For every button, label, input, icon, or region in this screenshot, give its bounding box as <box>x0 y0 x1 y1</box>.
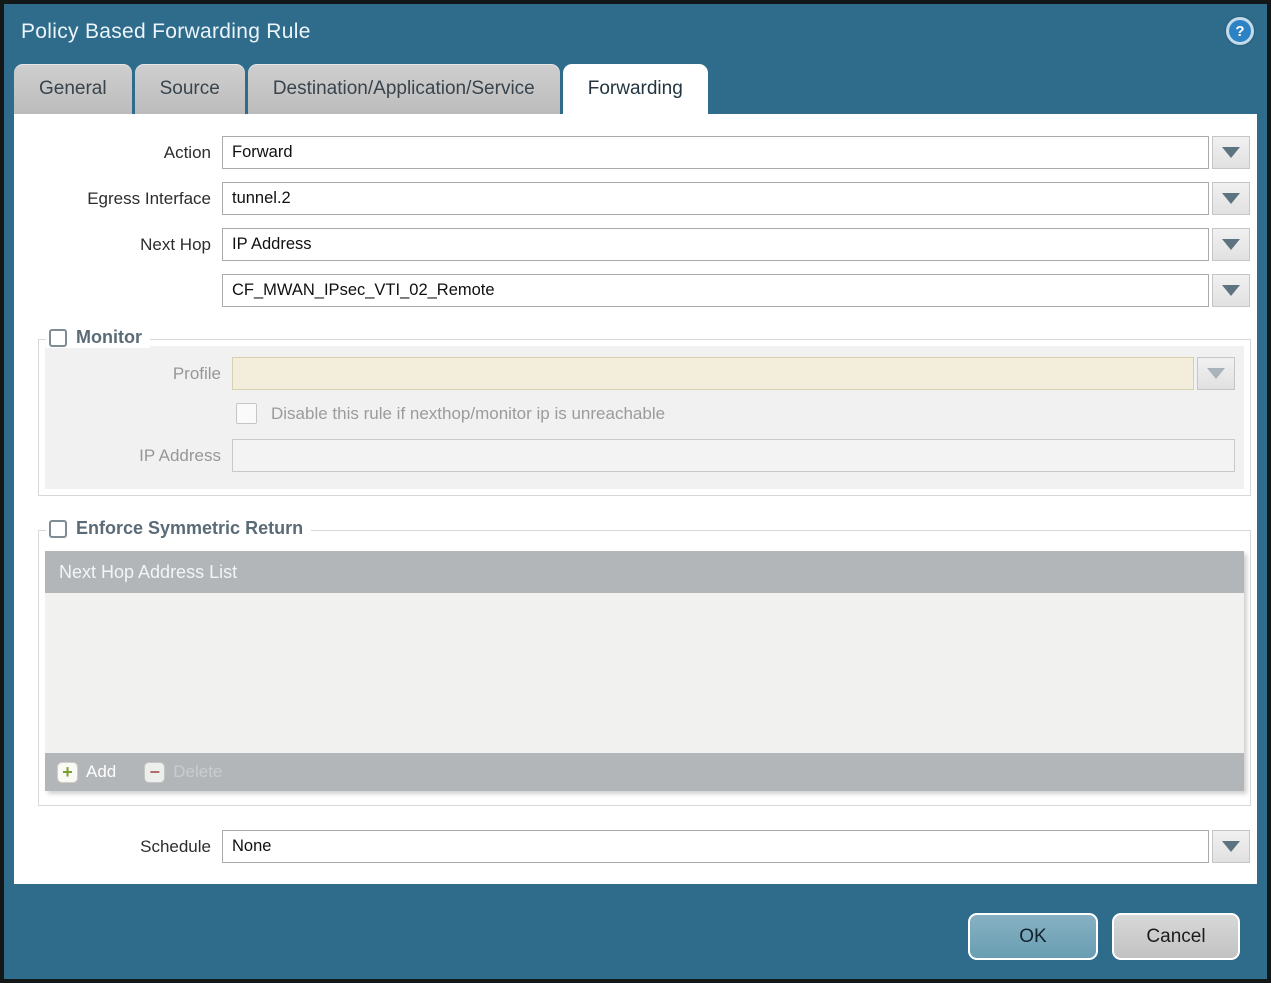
dialog-title: Policy Based Forwarding Rule <box>21 20 311 44</box>
add-button-label: Add <box>86 762 116 782</box>
egress-interface-field[interactable]: tunnel.2 <box>222 182 1209 215</box>
tab-bar: General Source Destination/Application/S… <box>14 64 711 114</box>
next-hop-type-dropdown-button[interactable] <box>1212 228 1250 261</box>
next-hop-address-row: CF_MWAN_IPsec_VTI_02_Remote <box>14 274 1250 307</box>
delete-button-label: Delete <box>173 762 222 782</box>
tab-destination-application-service[interactable]: Destination/Application/Service <box>248 64 560 114</box>
chevron-down-icon <box>1222 841 1240 852</box>
schedule-dropdown-button[interactable] <box>1212 830 1250 863</box>
profile-dropdown-button <box>1197 357 1235 390</box>
minus-icon: − <box>144 762 165 783</box>
enforce-symmetric-return-group: Enforce Symmetric Return Next Hop Addres… <box>38 530 1251 806</box>
monitor-checkbox[interactable] <box>49 329 67 347</box>
disable-rule-row: Disable this rule if nexthop/monitor ip … <box>236 403 1235 424</box>
profile-field <box>232 357 1194 390</box>
ok-button[interactable]: OK <box>968 913 1098 960</box>
next-hop-address-list-body <box>45 593 1244 753</box>
enforce-symmetric-return-checkbox[interactable] <box>49 520 67 538</box>
add-button[interactable]: + Add <box>57 762 116 783</box>
egress-interface-row: Egress Interface tunnel.2 <box>14 182 1250 215</box>
next-hop-label: Next Hop <box>14 235 222 255</box>
action-row: Action Forward <box>14 136 1250 169</box>
egress-interface-dropdown-button[interactable] <box>1212 182 1250 215</box>
egress-interface-label: Egress Interface <box>14 189 222 209</box>
next-hop-address-field[interactable]: CF_MWAN_IPsec_VTI_02_Remote <box>222 274 1209 307</box>
next-hop-address-list-toolbar: + Add − Delete <box>45 753 1244 791</box>
monitor-ip-row: IP Address <box>45 439 1235 472</box>
monitor-group: Monitor Profile Disable this rule if nex… <box>38 339 1251 496</box>
schedule-label: Schedule <box>14 837 222 857</box>
next-hop-row: Next Hop IP Address <box>14 228 1250 261</box>
schedule-row: Schedule None <box>14 830 1250 863</box>
action-field[interactable]: Forward <box>222 136 1209 169</box>
schedule-field[interactable]: None <box>222 830 1209 863</box>
help-icon[interactable]: ? <box>1226 17 1254 45</box>
enforce-symmetric-return-legend: Enforce Symmetric Return <box>46 518 311 539</box>
monitor-panel: Profile Disable this rule if nexthop/mon… <box>45 346 1244 489</box>
disable-rule-label: Disable this rule if nexthop/monitor ip … <box>271 404 665 424</box>
action-dropdown-button[interactable] <box>1212 136 1250 169</box>
chevron-down-icon <box>1222 147 1240 158</box>
next-hop-address-dropdown-button[interactable] <box>1212 274 1250 307</box>
monitor-ip-label: IP Address <box>45 446 232 466</box>
plus-icon: + <box>57 762 78 783</box>
action-label: Action <box>14 143 222 163</box>
tab-forwarding[interactable]: Forwarding <box>563 64 708 114</box>
cancel-button[interactable]: Cancel <box>1112 913 1240 960</box>
disable-rule-checkbox <box>236 403 257 424</box>
question-mark-glyph: ? <box>1235 24 1244 39</box>
chevron-down-icon <box>1222 239 1240 250</box>
chevron-down-icon <box>1207 368 1225 379</box>
profile-label: Profile <box>45 364 232 384</box>
enforce-symmetric-return-label: Enforce Symmetric Return <box>76 518 303 539</box>
tab-source[interactable]: Source <box>135 64 245 114</box>
next-hop-type-field[interactable]: IP Address <box>222 228 1209 261</box>
forwarding-tab-panel: Action Forward Egress Interface tunnel.2… <box>14 114 1257 884</box>
chevron-down-icon <box>1222 285 1240 296</box>
monitor-ip-field <box>232 439 1235 472</box>
delete-button: − Delete <box>144 762 222 783</box>
profile-row: Profile <box>45 357 1235 390</box>
dialog-footer: OK Cancel <box>968 913 1240 960</box>
tab-general[interactable]: General <box>14 64 132 114</box>
next-hop-address-list-header: Next Hop Address List <box>45 551 1244 593</box>
policy-based-forwarding-dialog: Policy Based Forwarding Rule ? General S… <box>0 0 1271 983</box>
monitor-legend: Monitor <box>46 327 150 348</box>
chevron-down-icon <box>1222 193 1240 204</box>
monitor-legend-label: Monitor <box>76 327 142 348</box>
next-hop-address-list-table: Next Hop Address List + Add − Delete <box>45 551 1244 791</box>
